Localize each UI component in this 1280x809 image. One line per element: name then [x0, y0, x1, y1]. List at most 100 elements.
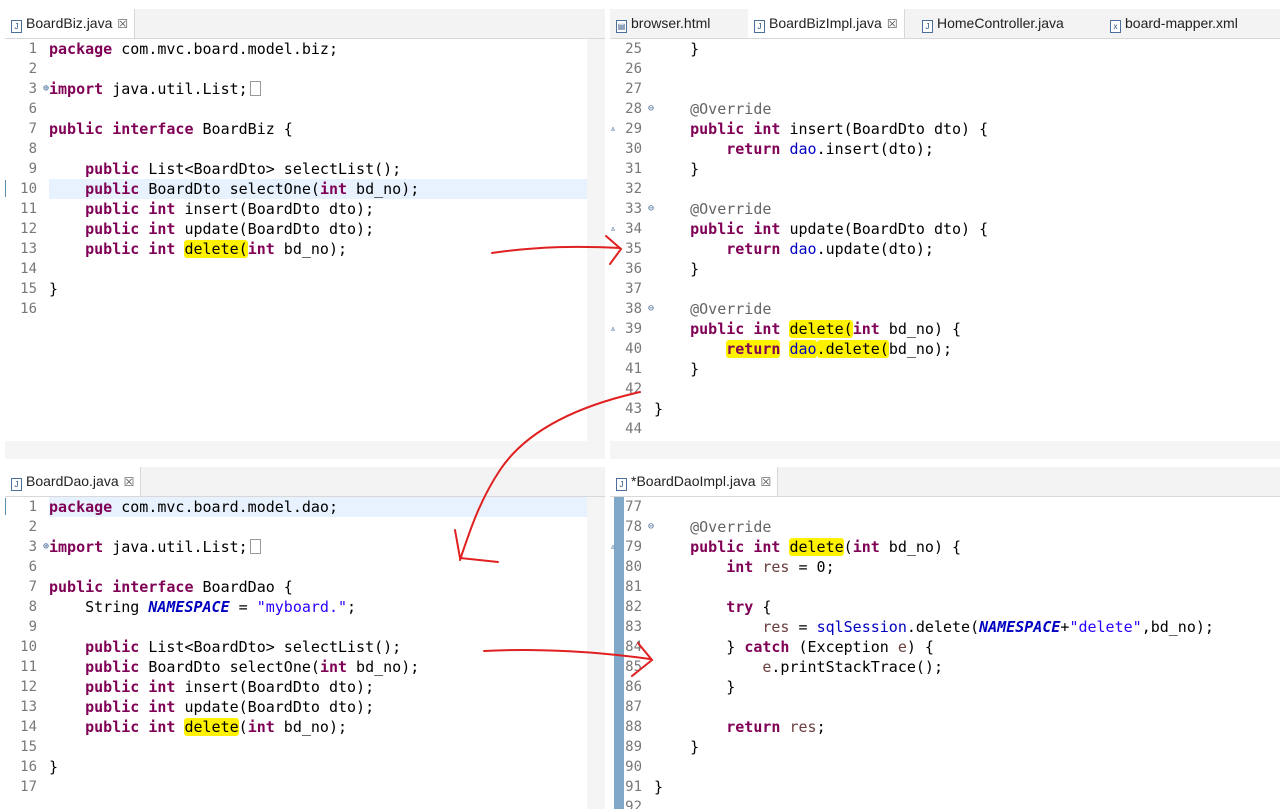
code-line[interactable]: public BoardDto selectOne(int bd_no);	[49, 179, 605, 199]
code-line[interactable]: } catch (Exception e) {	[654, 637, 1280, 657]
code-token: java.util.List;	[103, 80, 248, 98]
code-line[interactable]: }	[654, 677, 1280, 697]
code-line[interactable]: public List<BoardDto> selectList();	[49, 159, 605, 179]
code-line[interactable]: import java.util.List;	[49, 79, 605, 99]
code-line[interactable]: }	[654, 777, 1280, 797]
code-editor[interactable]: 25 26 27 28 ⊖ 29 ▵ 30 31 32 33 ⊖ 34 ▵ 35 36 37 38 ⊖ 39 ▵ 40 41…	[610, 39, 1280, 459]
close-tab-icon[interactable]: ☒	[887, 17, 898, 31]
code-line[interactable]: return dao.update(dto);	[654, 239, 1280, 259]
code-line[interactable]	[654, 497, 1280, 517]
code-line[interactable]	[49, 737, 605, 757]
code-line[interactable]	[654, 379, 1280, 399]
close-tab-icon[interactable]: ☒	[117, 17, 128, 31]
horizontal-scrollbar[interactable]	[610, 441, 1280, 459]
tab-board-mapper-xml[interactable]: x board-mapper.xml	[1104, 9, 1244, 38]
code-line[interactable]: }	[654, 399, 1280, 419]
line-number: 16	[20, 301, 37, 317]
code-line[interactable]: }	[49, 279, 605, 299]
code-line[interactable]: }	[49, 757, 605, 777]
code-line[interactable]	[654, 419, 1280, 439]
line-number: 31	[625, 161, 642, 177]
folded-block-icon[interactable]	[249, 539, 261, 554]
code-line[interactable]: }	[654, 359, 1280, 379]
code-line[interactable]: public interface BoardBiz {	[49, 119, 605, 139]
code-editor[interactable]: 77 78 ⊖ 79 ▵ 80 81 82 83 84 85 86 87 88 89 90 91 92 @Over…	[610, 497, 1280, 809]
code-line[interactable]	[654, 179, 1280, 199]
code-line[interactable]: public BoardDto selectOne(int bd_no);	[49, 657, 605, 677]
line-number: 30	[625, 141, 642, 157]
code-line[interactable]: public int delete(int bd_no) {	[654, 319, 1280, 339]
code-line[interactable]: int res = 0;	[654, 557, 1280, 577]
code-line[interactable]: public int delete(int bd_no) {	[654, 537, 1280, 557]
code-line[interactable]: import java.util.List;	[49, 537, 605, 557]
code-line[interactable]: }	[654, 737, 1280, 757]
code-line[interactable]: @Override	[654, 517, 1280, 537]
code-line[interactable]: }	[654, 259, 1280, 279]
code-line[interactable]: public int update(BoardDto dto);	[49, 697, 605, 717]
line-number: 17	[20, 779, 37, 795]
code-editor[interactable]: 1 2 3 ⊕ 6 7 8 9 10 11 12 13 14 15 16 package com.mvc.b…	[5, 39, 605, 459]
code-line[interactable]	[49, 139, 605, 159]
code-line[interactable]: public int update(BoardDto dto) {	[654, 219, 1280, 239]
tab-boarddao-java[interactable]: J BoardDao.java ☒	[5, 467, 142, 496]
tab-homecontroller-java[interactable]: J HomeController.java	[916, 9, 1070, 38]
code-line[interactable]	[654, 279, 1280, 299]
code-line[interactable]	[49, 59, 605, 79]
code-line[interactable]: public int insert(BoardDto dto);	[49, 199, 605, 219]
code-line[interactable]	[654, 577, 1280, 597]
code-line[interactable]	[654, 79, 1280, 99]
code-line[interactable]	[49, 517, 605, 537]
code-line[interactable]	[49, 299, 605, 319]
code-line[interactable]	[654, 757, 1280, 777]
tab-boardbiz-java[interactable]: J BoardBiz.java ☒	[5, 9, 136, 38]
code-line[interactable]	[49, 617, 605, 637]
folded-block-icon[interactable]	[249, 81, 261, 96]
code-line[interactable]: e.printStackTrace();	[654, 657, 1280, 677]
code-line[interactable]: @Override	[654, 199, 1280, 219]
code-area[interactable]: package com.mvc.board.model.dao; import j…	[49, 497, 605, 797]
line-number: 29 ▵	[610, 121, 642, 137]
code-line[interactable]: public List<BoardDto> selectList();	[49, 637, 605, 657]
close-tab-icon[interactable]: ☒	[761, 475, 772, 489]
code-line[interactable]: try {	[654, 597, 1280, 617]
vertical-scrollbar[interactable]	[587, 39, 605, 441]
code-line[interactable]	[49, 777, 605, 797]
html-file-icon: ▤	[616, 20, 627, 33]
tab-browser-html[interactable]: ▤ browser.html	[610, 9, 716, 38]
code-line[interactable]: }	[654, 39, 1280, 59]
horizontal-scrollbar[interactable]	[5, 441, 605, 459]
code-line[interactable]	[654, 797, 1280, 809]
code-line[interactable]	[654, 697, 1280, 717]
code-line[interactable]: @Override	[654, 99, 1280, 119]
code-line[interactable]	[49, 99, 605, 119]
code-line[interactable]: return dao.delete(bd_no);	[654, 339, 1280, 359]
tab-boarddaoimpl-java[interactable]: J *BoardDaoImpl.java ☒	[610, 467, 779, 496]
code-line[interactable]: }	[654, 159, 1280, 179]
code-line[interactable]: String NAMESPACE = "myboard.";	[49, 597, 605, 617]
code-line[interactable]: package com.mvc.board.model.biz;	[49, 39, 605, 59]
code-line[interactable]: public int update(BoardDto dto);	[49, 219, 605, 239]
tab-boardbizimpl-java[interactable]: J BoardBizImpl.java ☒	[748, 9, 905, 38]
close-tab-icon[interactable]: ☒	[124, 475, 135, 489]
vertical-scrollbar[interactable]	[587, 497, 605, 809]
code-token: bd_no);	[347, 658, 420, 676]
code-area[interactable]: } @Override public int insert(BoardDto d…	[654, 39, 1280, 439]
code-line[interactable]: public int delete(int bd_no);	[49, 717, 605, 737]
code-line[interactable]: @Override	[654, 299, 1280, 319]
tab-bar: ▤ browser.html J BoardBizImpl.java ☒ J HomeC…	[610, 9, 1280, 39]
code-line[interactable]: return dao.insert(dto);	[654, 139, 1280, 159]
code-line[interactable]: package com.mvc.board.model.dao;	[49, 497, 605, 517]
code-line[interactable]: res = sqlSession.delete(NAMESPACE+"delet…	[654, 617, 1280, 637]
code-line[interactable]: return res;	[654, 717, 1280, 737]
code-area[interactable]: package com.mvc.board.model.biz; import j…	[49, 39, 605, 319]
code-line[interactable]: public interface BoardDao {	[49, 577, 605, 597]
code-line[interactable]: public int delete(int bd_no);	[49, 239, 605, 259]
code-line[interactable]	[49, 259, 605, 279]
code-line[interactable]: public int insert(BoardDto dto);	[49, 677, 605, 697]
code-area[interactable]: @Override public int delete(int bd_no) {…	[654, 497, 1280, 809]
code-line[interactable]: public int insert(BoardDto dto) {	[654, 119, 1280, 139]
code-editor[interactable]: 1 2 3 ⊕ 6 7 8 9 10 11 12 13 14 15 16 17 package com.mvc…	[5, 497, 605, 809]
code-line[interactable]	[654, 59, 1280, 79]
code-line[interactable]	[49, 557, 605, 577]
